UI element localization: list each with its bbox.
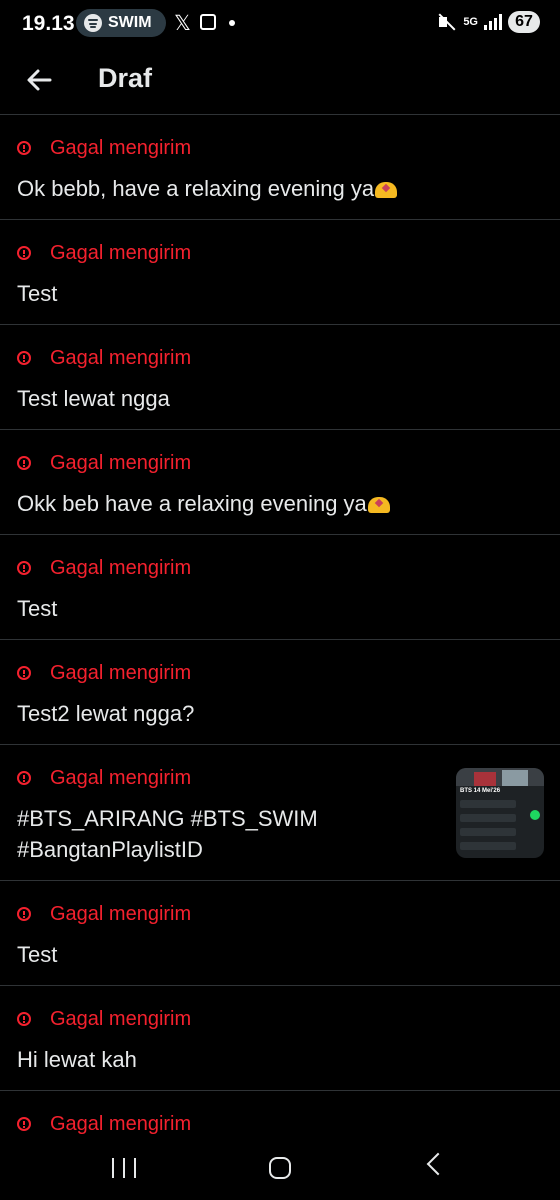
failed-status: Gagal mengirim (17, 661, 191, 685)
draft-text: Okk beb have a relaxing evening ya (17, 491, 367, 516)
back-icon[interactable] (426, 1152, 450, 1176)
draft-item[interactable]: Gagal mengirim Hi lewat kah (0, 986, 560, 1091)
draft-item[interactable]: Gagal mengirim Test (0, 881, 560, 986)
draft-item[interactable]: Gagal mengirim Test (0, 220, 560, 325)
failed-status: Gagal mengirim (17, 241, 191, 265)
alert-circle-icon (17, 1012, 31, 1026)
failed-status-label: Gagal mengirim (50, 136, 192, 159)
x-icon: 𝕏 (174, 12, 191, 35)
failed-status-label: Gagal mengirim (50, 451, 192, 474)
failed-status-label: Gagal mengirim (50, 661, 192, 684)
draft-text-container: Okk beb have a relaxing evening ya (17, 488, 437, 519)
alert-circle-icon (17, 1117, 31, 1131)
status-time: 19.13 (22, 12, 75, 35)
draft-text: Hi lewat kah (17, 1047, 137, 1072)
failed-status-label: Gagal mengirim (50, 902, 192, 925)
back-button[interactable] (22, 62, 58, 98)
status-bar: 19.13 SWIM 𝕏 5G 67 (0, 0, 560, 48)
arrow-left-icon (27, 69, 52, 91)
failed-status-label: Gagal mengirim (50, 346, 192, 369)
alert-circle-icon (17, 351, 31, 365)
failed-status: Gagal mengirim (17, 556, 191, 580)
draft-text: Test (17, 942, 58, 967)
thumbnail-play-icon (530, 810, 540, 820)
failed-status-label: Gagal mengirim (50, 1112, 192, 1135)
battery-icon: 67 (508, 11, 540, 33)
draft-text: Test lewat ngga (17, 386, 170, 411)
draft-text: #BTS_ARIRANG #BTS_SWIM #BangtanPlaylistI… (17, 806, 318, 862)
alert-circle-icon (17, 141, 31, 155)
alert-circle-icon (17, 246, 31, 260)
status-icons: 5G 67 (437, 11, 540, 33)
failed-status: Gagal mengirim (17, 136, 191, 160)
heart-hands-emoji-icon (367, 497, 390, 513)
failed-status-label: Gagal mengirim (50, 766, 192, 789)
failed-status: Gagal mengirim (17, 766, 191, 790)
alert-circle-icon (17, 907, 31, 921)
spotify-now-playing-chip[interactable]: SWIM (76, 9, 166, 37)
failed-status: Gagal mengirim (17, 902, 191, 926)
draft-text: Test (17, 281, 58, 306)
spotify-chip-label: SWIM (108, 14, 152, 31)
thumbnail-title: BTS 14 Mei'26 (460, 788, 501, 794)
draft-text: Ok bebb, have a relaxing evening ya (17, 176, 375, 201)
draft-item[interactable]: Gagal mengirim Ok bebb, have a relaxing … (0, 115, 560, 220)
alert-circle-icon (17, 771, 31, 785)
draft-item[interactable]: Gagal mengirim Test lewat ngga (0, 325, 560, 430)
failed-status-label: Gagal mengirim (50, 556, 192, 579)
system-nav-bar (0, 1140, 560, 1200)
alert-circle-icon (17, 456, 31, 470)
heart-hands-emoji-icon (375, 182, 398, 198)
draft-item[interactable]: Gagal mengirim Test2 lewat ngga? (0, 640, 560, 745)
draft-item[interactable]: Gagal mengirim Okk beb have a relaxing e… (0, 430, 560, 535)
mute-icon (437, 12, 457, 32)
spotify-icon (84, 14, 102, 32)
notification-dot-icon (229, 20, 235, 26)
recent-apps-icon[interactable] (112, 1158, 136, 1178)
draft-text: Test (17, 596, 58, 621)
draft-media-thumbnail[interactable]: BTS 14 Mei'26 (456, 768, 544, 858)
alert-circle-icon (17, 561, 31, 575)
home-icon[interactable] (269, 1157, 291, 1179)
draft-text: Test2 lewat ngga? (17, 701, 195, 726)
draft-text-container: Ok bebb, have a relaxing evening ya (17, 173, 437, 204)
failed-status: Gagal mengirim (17, 451, 191, 475)
draft-item[interactable]: Gagal mengirim #BTS_ARIRANG #BTS_SWIM #B… (0, 745, 560, 881)
failed-status-label: Gagal mengirim (50, 1007, 192, 1030)
header: Draf (0, 48, 560, 115)
failed-status: Gagal mengirim (17, 1112, 191, 1136)
alert-circle-icon (17, 666, 31, 680)
draft-list: Gagal mengirim Ok bebb, have a relaxing … (0, 115, 560, 1196)
page-title: Draf (98, 63, 153, 93)
draft-item[interactable]: Gagal mengirim Test (0, 535, 560, 640)
network-icon: 5G (463, 16, 478, 28)
signal-icon (484, 14, 502, 30)
failed-status: Gagal mengirim (17, 346, 191, 370)
failed-status: Gagal mengirim (17, 1007, 191, 1031)
screen-record-icon (200, 14, 216, 30)
failed-status-label: Gagal mengirim (50, 241, 192, 264)
